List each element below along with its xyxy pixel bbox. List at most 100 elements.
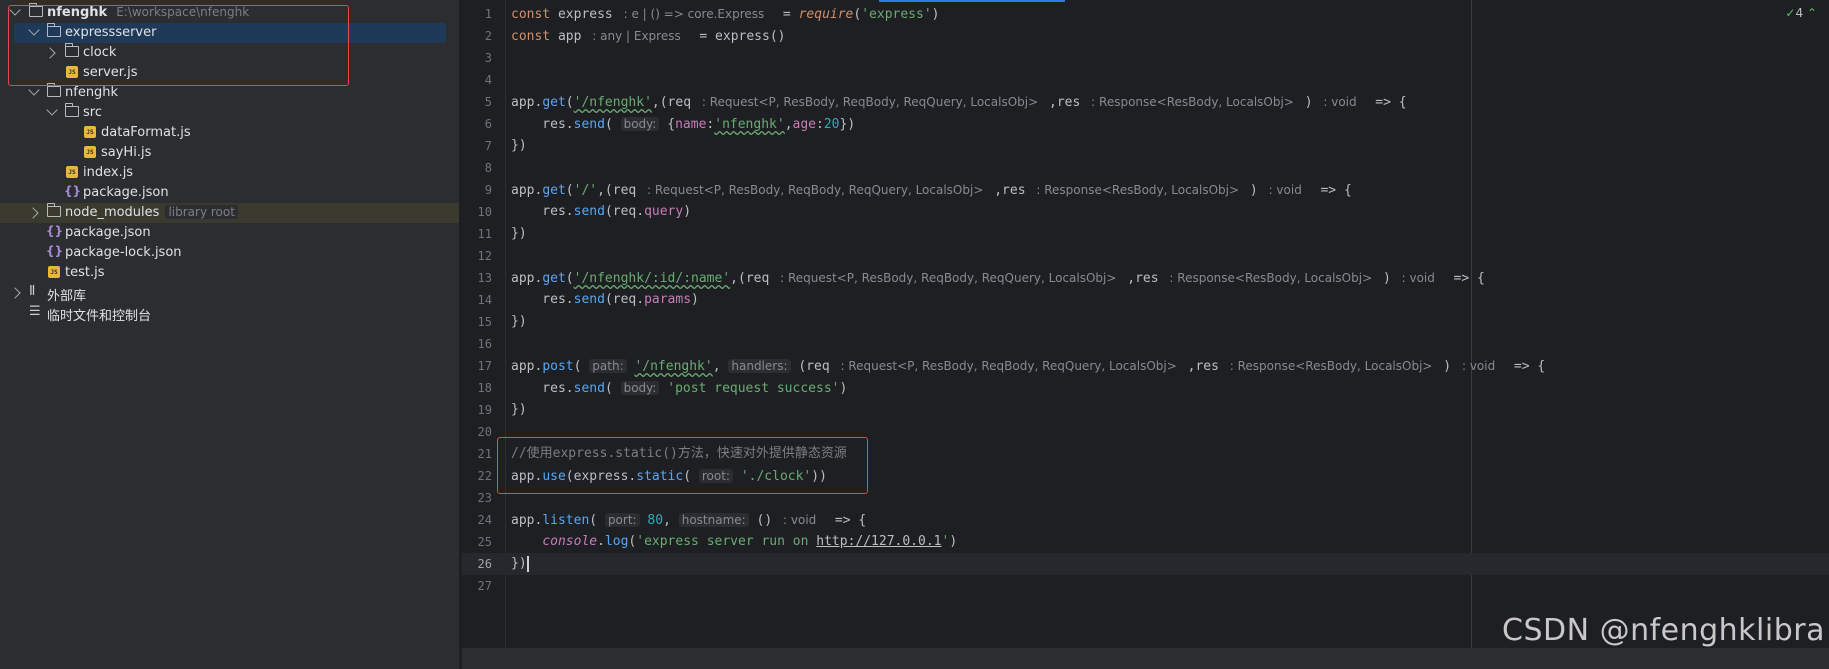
code-line[interactable]: 4 (462, 69, 1829, 91)
type-hint: : void (1323, 95, 1357, 109)
line-number: 15 (477, 315, 492, 329)
code-line[interactable]: 11}) (462, 223, 1829, 245)
tree-item-label: dataFormat.js (101, 125, 191, 140)
code-line[interactable]: 19}) (462, 399, 1829, 421)
tree-item-node-modules[interactable]: node_modules library root (0, 203, 459, 223)
code-line[interactable]: 15}) (462, 311, 1829, 333)
number-literal: 20 (823, 117, 840, 132)
string-literal: '/nfenghk' (573, 95, 652, 110)
tree-item-label: sayHi.js (101, 145, 152, 160)
line-number: 24 (477, 513, 492, 527)
tree-item-sayhi-js[interactable]: JS sayHi.js (0, 143, 459, 163)
line-number: 14 (477, 293, 492, 307)
json-file-icon: {} (46, 244, 64, 258)
tree-item-dataformat-js[interactable]: JS dataFormat.js (0, 123, 459, 143)
line-number: 11 (477, 227, 492, 241)
string-literal: 'express server run on (636, 534, 817, 549)
line-number: 5 (484, 95, 492, 109)
code-line[interactable]: 9 app.get('/',(req : Request<P, ResBody, … (462, 179, 1829, 201)
tree-item-nfenghk[interactable]: nfenghk (0, 83, 459, 103)
line-number: 17 (477, 359, 492, 373)
watermark: CSDN @nfenghklibra (1502, 613, 1825, 648)
type-hint: : Request<P, ResBody, ReqBody, ReqQuery,… (780, 271, 1117, 285)
line-number: 13 (477, 271, 492, 285)
tree-item-package-json-inner[interactable]: {} package.json (0, 183, 459, 203)
param-hint: body: (620, 381, 660, 395)
line-number: 8 (484, 161, 492, 175)
string-literal: '/nfenghk/:id/:name' (573, 271, 731, 286)
code-line[interactable]: 8 (462, 157, 1829, 179)
line-number: 27 (477, 579, 492, 593)
string-literal: '/' (573, 183, 598, 198)
code-line[interactable]: 12 (462, 245, 1829, 267)
string-literal: 'nfenghk' (714, 117, 785, 132)
chevron-right-icon[interactable] (9, 287, 21, 299)
line-number: 25 (477, 535, 492, 549)
line-number: 7 (484, 139, 492, 153)
javascript-file-icon: JS (84, 126, 96, 138)
line-number: 22 (477, 469, 492, 483)
folder-icon (64, 103, 79, 117)
code-line[interactable]: 14 res.send(req.params) (462, 289, 1829, 311)
chevron-right-icon[interactable] (27, 207, 39, 219)
line-number: 18 (477, 381, 492, 395)
project-tree-panel: nfenghk E:\workspace\nfenghk expressserve… (0, 0, 459, 669)
code-line-current[interactable]: 26}) (462, 553, 1829, 575)
code-line[interactable]: 10 res.send(req.query) (462, 201, 1829, 223)
tree-item-src[interactable]: src (0, 103, 459, 123)
param-hint: path: (589, 359, 627, 373)
code-line[interactable]: 2 const app : any | Express = express() (462, 25, 1829, 47)
code-line[interactable]: 1 const express : e | () => core.Express … (462, 3, 1829, 25)
param-hint: handlers: (728, 359, 791, 373)
line-number: 20 (477, 425, 492, 439)
line-number: 23 (477, 491, 492, 505)
code-line[interactable]: 24 app.listen( port: 80, hostname: () : v… (462, 509, 1829, 531)
code-line[interactable]: 7}) (462, 135, 1829, 157)
tree-item-external-libraries[interactable]: Ⅱ 外部库 (0, 283, 459, 304)
type-hint: : void (1401, 271, 1435, 285)
tree-item-package-json[interactable]: {} package.json (0, 223, 459, 243)
url-link[interactable]: http://127.0.0.1 (816, 534, 941, 549)
folder-icon (46, 83, 61, 97)
code-line[interactable]: 17 app.post( path: '/nfenghk', handlers: … (462, 355, 1829, 377)
chevron-down-icon[interactable] (46, 104, 58, 116)
line-number: 9 (484, 183, 492, 197)
code-line[interactable]: 25 console.log('express server run on ht… (462, 531, 1829, 553)
type-hint: : Request<P, ResBody, ReqBody, ReqQuery,… (647, 183, 984, 197)
tree-item-label: index.js (83, 165, 134, 180)
type-hint: : Response<ResBody, LocalsObj> (1036, 183, 1240, 197)
type-hint: : void (1268, 183, 1302, 197)
param-hint: body: (620, 117, 660, 131)
code-line[interactable]: 16 (462, 333, 1829, 355)
type-hint: : Request<P, ResBody, ReqBody, ReqQuery,… (840, 359, 1177, 373)
tree-item-index-js[interactable]: JS index.js (0, 163, 459, 183)
chevron-down-icon[interactable] (28, 84, 40, 96)
tree-item-label: node_modules (65, 205, 160, 220)
line-number: 12 (477, 249, 492, 263)
line-number: 19 (477, 403, 492, 417)
line-number: 6 (484, 117, 492, 131)
type-hint: : Response<ResBody, LocalsObj> (1169, 271, 1373, 285)
type-hint: : void (1461, 359, 1496, 373)
string-literal: '/nfenghk' (634, 359, 713, 374)
scratches-icon: ☰ (29, 304, 41, 319)
tree-item-scratches[interactable]: ☰ 临时文件和控制台 (0, 303, 459, 324)
code-line[interactable]: 18 res.send( body: 'post request success… (462, 377, 1829, 399)
code-line[interactable]: 13 app.get('/nfenghk/:id/:name',(req : Re… (462, 267, 1829, 289)
tree-item-test-js[interactable]: JS test.js (0, 263, 459, 283)
code-line[interactable]: 27 (462, 575, 1829, 597)
type-hint: : Response<ResBody, LocalsObj> (1091, 95, 1294, 109)
line-number: 4 (484, 73, 492, 87)
type-hint: : Response<ResBody, LocalsObj> (1229, 359, 1433, 373)
tree-item-package-lock-json[interactable]: {} package-lock.json (0, 243, 459, 263)
param-hint: port: (604, 513, 640, 527)
code-editor[interactable]: ✓4 ⌃ 1 const express : e | () => core.Exp… (462, 0, 1829, 669)
line-number: 2 (484, 29, 492, 43)
code-line[interactable]: 5 app.get('/nfenghk',(req : Request<P, Re… (462, 91, 1829, 113)
code-line[interactable]: 3 (462, 47, 1829, 69)
code-line[interactable]: 6 res.send( body: {name:'nfenghk',age:20… (462, 113, 1829, 135)
number-literal: 80 (647, 513, 664, 528)
javascript-file-icon: JS (84, 146, 96, 158)
tree-item-label: test.js (65, 265, 105, 280)
type-hint: : Request<P, ResBody, ReqBody, ReqQuery,… (701, 95, 1039, 109)
